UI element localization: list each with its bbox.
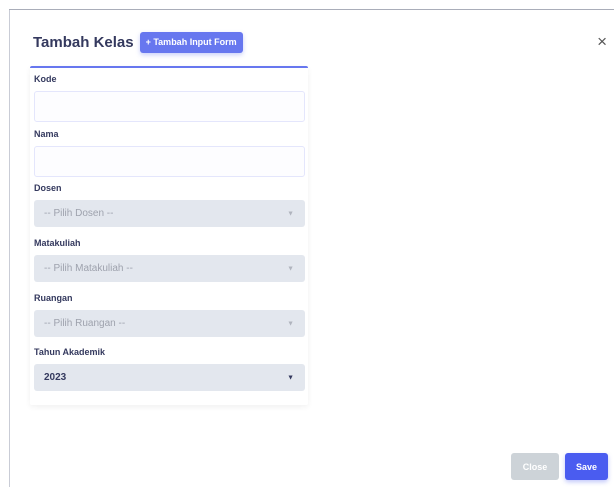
matakuliah-select-value: -- Pilih Matakuliah -- [44,263,133,274]
modal-top-border [9,9,614,10]
ruangan-label: Ruangan [34,293,73,303]
matakuliah-select[interactable]: -- Pilih Matakuliah -- ▼ [34,255,305,282]
dosen-select-value: -- Pilih Dosen -- [44,208,114,219]
nama-label: Nama [34,129,59,139]
tahun-akademik-select-value: 2023 [44,372,67,383]
save-button[interactable]: Save [565,453,608,480]
caret-down-icon: ▼ [287,210,294,217]
tahun-akademik-label: Tahun Akademik [34,347,106,357]
kode-label: Kode [34,74,57,84]
modal-left-border [9,10,10,487]
add-input-form-button[interactable]: + Tambah Input Form [139,31,243,53]
matakuliah-label: Matakuliah [34,238,81,248]
caret-down-icon: ▼ [287,320,294,327]
ruangan-select-value: -- Pilih Ruangan -- [44,318,126,329]
ruangan-select[interactable]: -- Pilih Ruangan -- ▼ [34,310,305,337]
caret-down-icon: ▼ [287,265,294,272]
dosen-select[interactable]: -- Pilih Dosen -- ▼ [34,200,305,227]
caret-down-icon: ▼ [287,374,294,381]
modal-header: Tambah Kelas + Tambah Input Form [33,31,243,53]
close-button[interactable]: Close [511,453,559,480]
tahun-akademik-select[interactable]: 2023 ▼ [34,364,305,391]
nama-input[interactable] [34,146,305,177]
close-icon[interactable]: × [597,33,607,50]
dosen-label: Dosen [34,183,62,193]
kode-input[interactable] [34,91,305,122]
modal-title: Tambah Kelas [33,33,134,51]
